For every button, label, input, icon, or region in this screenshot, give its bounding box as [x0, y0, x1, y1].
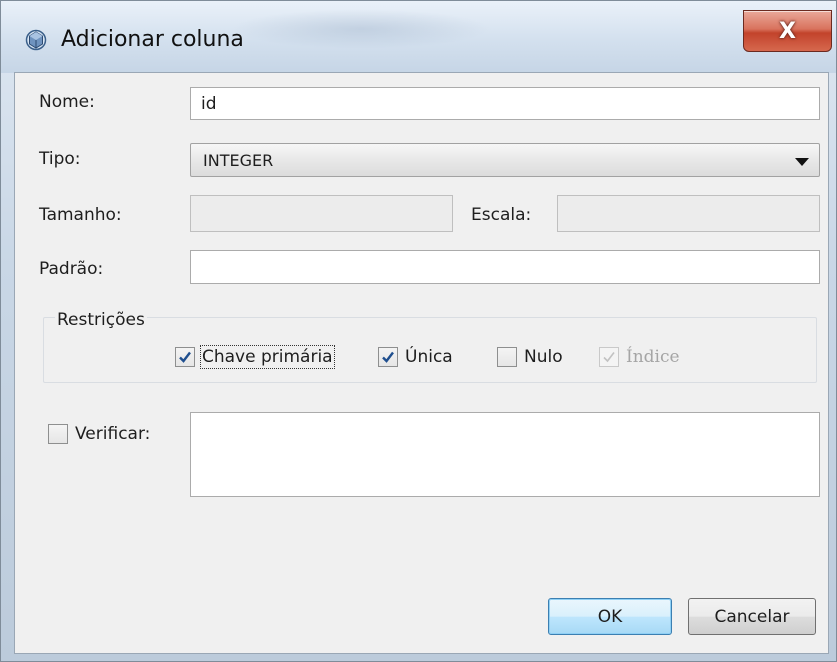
- checkbox-unchecked-icon: [48, 424, 68, 444]
- nome-input[interactable]: id: [190, 87, 820, 120]
- tipo-label: Tipo:: [39, 149, 81, 169]
- dialog-content: Nome: id Tipo: INTEGER Tamanho: Escala: …: [14, 72, 829, 654]
- verificar-textarea[interactable]: [190, 412, 820, 497]
- padrao-input[interactable]: [190, 250, 820, 284]
- chave-primaria-label: Chave primária: [200, 345, 335, 369]
- window-title: Adicionar coluna: [61, 27, 244, 52]
- tipo-select-value: INTEGER: [203, 150, 274, 170]
- checkbox-checked-icon: [175, 347, 195, 367]
- nome-input-value: id: [201, 93, 217, 114]
- indice-label: Índice: [626, 347, 680, 367]
- nome-label: Nome:: [39, 92, 95, 112]
- checkbox-checked-icon: [378, 347, 398, 367]
- padrao-label: Padrão:: [39, 259, 104, 279]
- close-button[interactable]: X: [743, 10, 832, 52]
- ok-button[interactable]: OK: [548, 598, 672, 635]
- nulo-label: Nulo: [524, 347, 563, 367]
- escala-label: Escala:: [471, 205, 532, 225]
- unica-label: Única: [405, 347, 453, 367]
- tamanho-input[interactable]: [190, 195, 453, 232]
- title-bar[interactable]: Adicionar coluna X: [1, 1, 836, 73]
- chave-primaria-checkbox[interactable]: Chave primária: [175, 343, 335, 371]
- nulo-checkbox[interactable]: Nulo: [497, 343, 563, 371]
- indice-checkbox[interactable]: Índice: [599, 343, 680, 371]
- checkbox-unchecked-icon: [497, 347, 517, 367]
- close-icon: X: [779, 18, 796, 44]
- ok-button-label: OK: [597, 606, 623, 627]
- unica-checkbox[interactable]: Única: [378, 343, 453, 371]
- escala-input[interactable]: [557, 195, 820, 232]
- restricoes-title: Restrições: [55, 310, 147, 330]
- tipo-select[interactable]: INTEGER: [190, 143, 820, 177]
- app-cube-icon: [25, 29, 47, 51]
- checkbox-checked-disabled-icon: [599, 347, 619, 367]
- cancel-button-label: Cancelar: [714, 606, 790, 627]
- tamanho-label: Tamanho:: [39, 205, 122, 225]
- verificar-label: Verificar:: [75, 424, 151, 444]
- verificar-checkbox[interactable]: Verificar:: [48, 420, 150, 448]
- cancel-button[interactable]: Cancelar: [688, 598, 816, 635]
- dropdown-arrow-icon: [795, 158, 809, 166]
